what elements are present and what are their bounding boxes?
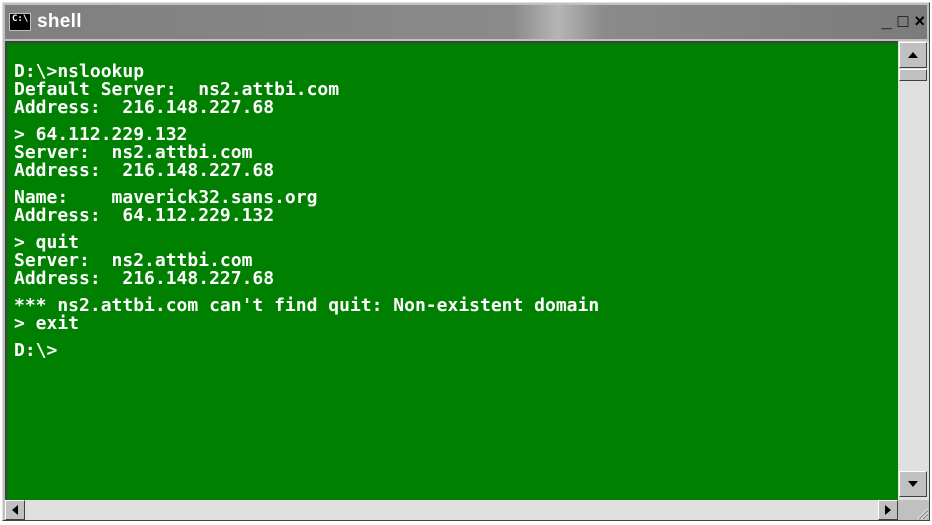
vertical-scroll-thumb[interactable] (899, 69, 927, 81)
vertical-scrollbar[interactable] (898, 41, 929, 500)
scroll-down-button[interactable] (899, 471, 927, 497)
scroll-up-button[interactable] (899, 42, 927, 68)
arrow-left-icon (12, 505, 18, 515)
console-window: C:\ shell _ □ × D:\>nslookup Default Serv… (2, 2, 930, 521)
resize-grip[interactable] (900, 500, 929, 520)
window-title: shell (37, 11, 82, 32)
scroll-left-button[interactable] (5, 500, 25, 520)
console-line: Address: 216.148.227.68 (14, 268, 275, 289)
console-line: Address: 216.148.227.68 (14, 97, 275, 118)
console-output[interactable]: D:\>nslookup Default Server: ns2.attbi.co… (5, 41, 898, 500)
console-line: > exit (14, 313, 80, 334)
console-icon[interactable]: C:\ (9, 13, 31, 31)
arrow-down-icon (908, 481, 918, 487)
scroll-right-button[interactable] (878, 500, 898, 520)
minimize-button[interactable]: _ (880, 11, 894, 31)
console-line: D:\> (14, 340, 58, 361)
arrow-up-icon (908, 52, 918, 58)
horizontal-scrollbar[interactable] (5, 500, 898, 520)
maximize-button[interactable]: □ (896, 11, 911, 31)
title-bar[interactable]: C:\ shell _ □ × (5, 5, 927, 39)
console-line: Address: 216.148.227.68 (14, 160, 275, 181)
console-lines: D:\>nslookup Default Server: ns2.attbi.co… (7, 43, 898, 360)
console-line: Address: 64.112.229.132 (14, 205, 275, 226)
window-controls: _ □ × (878, 11, 927, 31)
console-line: *** ns2.attbi.com can't find quit: Non-e… (14, 295, 600, 316)
resize-grip-icon (917, 508, 929, 520)
arrow-right-icon (885, 505, 891, 515)
close-button[interactable]: × (912, 11, 927, 31)
